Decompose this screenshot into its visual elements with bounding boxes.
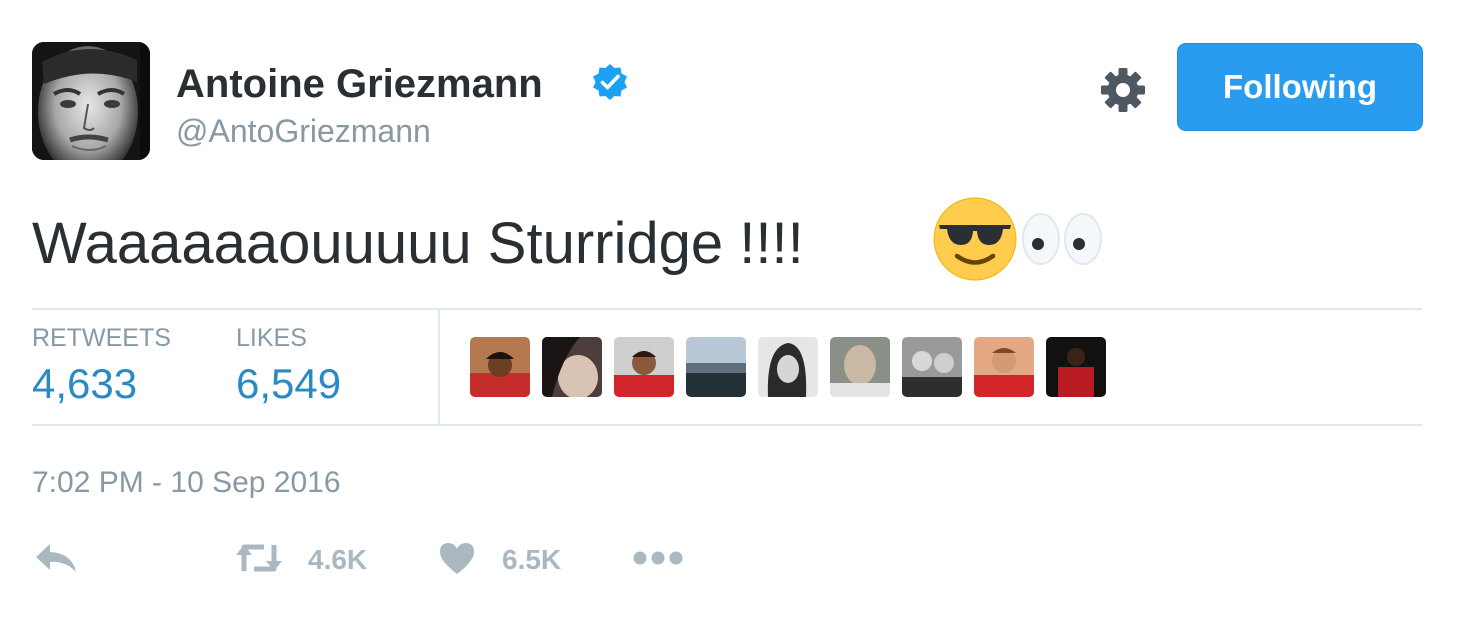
liker-avatar[interactable] <box>614 337 674 397</box>
following-button[interactable]: Following <box>1177 43 1423 131</box>
liker-avatar[interactable] <box>542 337 602 397</box>
more-button[interactable] <box>632 538 684 582</box>
tweet-timestamp[interactable]: 7:02 PM - 10 Sep 2016 <box>32 466 341 500</box>
user-handle[interactable]: @AntoGriezmann <box>176 112 431 150</box>
likers-list <box>470 337 1106 397</box>
retweet-icon <box>234 541 284 580</box>
liker-avatar[interactable] <box>470 337 530 397</box>
divider-bottom <box>32 424 1422 426</box>
likes-count[interactable]: 6,549 <box>236 360 341 408</box>
divider-top <box>32 308 1422 310</box>
eyes-emoji-icon <box>1022 213 1106 265</box>
like-button[interactable]: 6.5K <box>438 538 561 582</box>
liker-avatar[interactable] <box>758 337 818 397</box>
retweet-button[interactable]: 4.6K <box>234 538 367 582</box>
liker-avatar[interactable] <box>830 337 890 397</box>
heart-icon <box>438 541 476 580</box>
liker-avatar[interactable] <box>686 337 746 397</box>
more-dots-icon <box>632 550 684 571</box>
tweet-text: Waaaaaaouuuuu Sturridge !!!! <box>32 211 804 276</box>
avatar-photo <box>32 42 150 160</box>
likes-label[interactable]: LIKES <box>236 324 307 353</box>
reply-button[interactable] <box>34 538 78 582</box>
sunglasses-emoji-icon <box>933 197 1017 281</box>
verified-badge-icon <box>590 62 630 102</box>
display-name[interactable]: Antoine Griezmann <box>176 60 543 108</box>
retweets-count[interactable]: 4,633 <box>32 360 137 408</box>
like-count: 6.5K <box>502 544 562 575</box>
retweet-count: 4.6K <box>308 544 368 575</box>
reply-icon <box>34 542 78 579</box>
liker-avatar[interactable] <box>902 337 962 397</box>
liker-avatar[interactable] <box>974 337 1034 397</box>
liker-avatar[interactable] <box>1046 337 1106 397</box>
retweets-label[interactable]: RETWEETS <box>32 324 171 353</box>
profile-avatar[interactable] <box>32 42 150 160</box>
gear-icon[interactable] <box>1100 67 1146 113</box>
stats-divider <box>438 310 440 424</box>
